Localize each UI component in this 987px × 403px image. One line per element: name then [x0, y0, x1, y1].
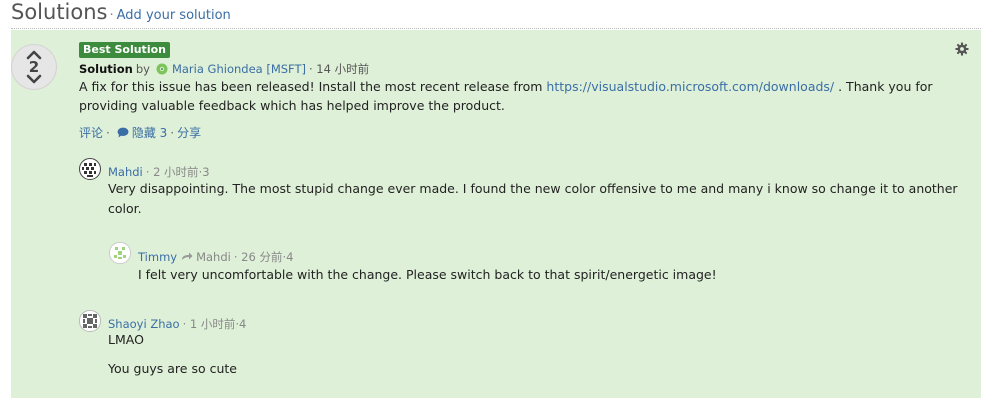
comment-meta: Mahdi · 2 小时前 ·3: [108, 164, 210, 180]
reply-arrow-icon: [182, 252, 193, 260]
solution-time: · 14 小时前: [308, 62, 370, 76]
avatar-icon: [79, 158, 101, 180]
share-link[interactable]: 分享: [177, 124, 201, 141]
solution-body-text-1: A fix for this issue has been released! …: [79, 79, 547, 94]
best-solution-badge: Best Solution: [79, 42, 170, 58]
comment-votes: ·4: [235, 317, 247, 331]
solution-meta: Solution by Maria Ghiondea [MSFT] · 14 小…: [79, 61, 372, 77]
reply-meta: Timmy Mahdi · 26 分前 ·4: [138, 249, 293, 265]
action-separator: ·: [170, 125, 175, 140]
comment-time: · 1 小时前: [182, 317, 236, 331]
comment-bubble-icon: [117, 127, 129, 138]
comment-author-link[interactable]: Shaoyi Zhao: [108, 317, 180, 331]
solution-body: A fix for this issue has been released! …: [79, 77, 959, 115]
page-title: Solutions: [11, 0, 108, 24]
by-label: by: [135, 62, 150, 76]
best-solution-panel: 2 Best Solution Solution by Maria Ghiond…: [11, 30, 981, 398]
comment-time: · 26 分前: [233, 250, 283, 264]
downloads-link[interactable]: https://visualstudio.microsoft.com/downl…: [546, 79, 834, 94]
solution-type-label: Solution: [79, 62, 133, 76]
solution-actions: 评论 · 隐藏 3 · 分享: [79, 124, 201, 141]
avatar-icon: [109, 242, 131, 264]
comment-author-link[interactable]: Mahdi: [108, 165, 143, 179]
header-divider: [11, 28, 981, 29]
gear-icon[interactable]: [955, 42, 969, 56]
comment-votes: ·3: [198, 165, 210, 179]
reply-to-author: Mahdi: [196, 250, 231, 264]
comment-time: · 2 小时前: [145, 165, 199, 179]
action-separator: ·: [106, 125, 110, 140]
add-solution-link[interactable]: Add your solution: [117, 8, 231, 23]
comment-text: LMAO: [108, 332, 144, 347]
comment-text: You guys are so cute: [108, 361, 237, 376]
avatar-icon: [79, 310, 101, 332]
solutions-header: Solutions · Add your solution: [11, 0, 231, 28]
author-avatar-icon: [156, 63, 168, 75]
comment-votes: ·4: [282, 250, 294, 264]
vote-count: 2: [28, 58, 40, 76]
hidden-comments-link[interactable]: 隐藏 3: [132, 124, 167, 141]
comment-text: Very disappointing. The most stupid chan…: [108, 181, 958, 216]
chevron-down-icon[interactable]: [23, 74, 45, 84]
comment-text: I felt very uncomfortable with the chang…: [138, 267, 717, 282]
vote-widget: 2: [11, 44, 57, 90]
header-separator: ·: [109, 8, 114, 23]
comment-author-link[interactable]: Timmy: [138, 250, 177, 264]
comment-link[interactable]: 评论: [79, 124, 103, 141]
solution-author-link[interactable]: Maria Ghiondea [MSFT]: [172, 62, 306, 76]
